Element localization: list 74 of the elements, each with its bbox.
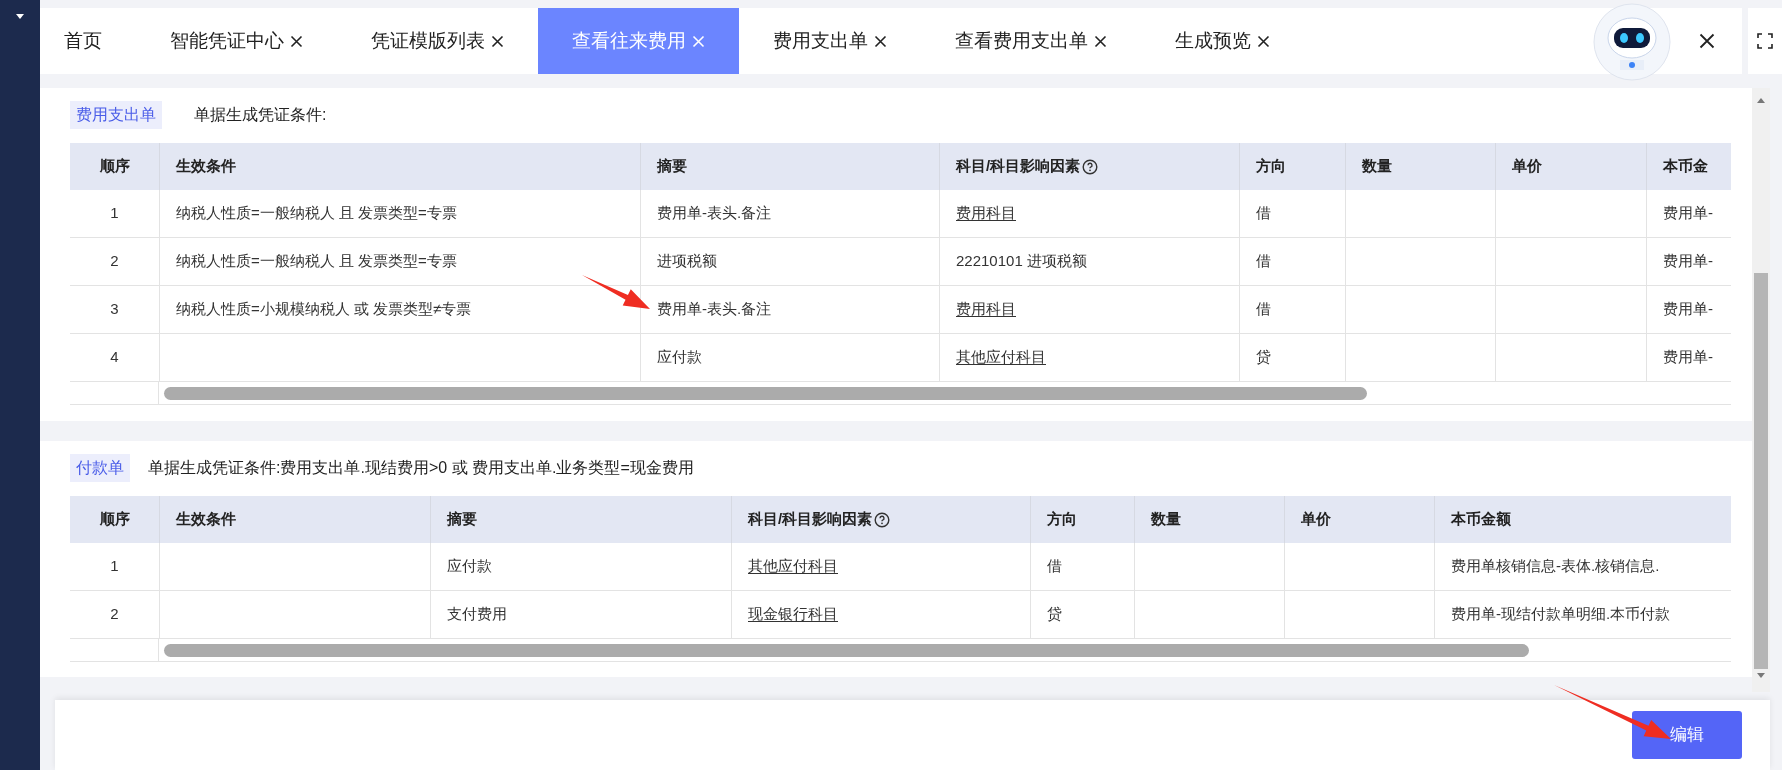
table-cell-text: 应付款 — [657, 347, 702, 368]
column-header: 摘要 — [430, 496, 731, 543]
table-cell-text: 费用单- — [1663, 299, 1713, 320]
column-header: 单价 — [1284, 496, 1434, 543]
scroll-up-icon[interactable] — [1757, 98, 1765, 103]
tab[interactable]: 首页 — [40, 8, 136, 74]
account-link[interactable]: 费用科目 — [956, 298, 1016, 321]
edit-button[interactable]: 编辑 — [1632, 711, 1742, 759]
horizontal-scrollbar[interactable] — [164, 643, 1529, 657]
table-cell-text: 借 — [1256, 299, 1271, 320]
scroll-down-icon[interactable] — [1757, 673, 1765, 678]
column-header: 方向 — [1239, 143, 1345, 190]
fullscreen-icon[interactable] — [1757, 33, 1773, 49]
table-cell-text: 4 — [110, 347, 119, 368]
close-icon[interactable] — [491, 34, 504, 48]
tab[interactable]: 凭证模版列表 — [337, 8, 538, 74]
table-cell-text: 纳税人性质=一般纳税人 且 发票类型=专票 — [176, 251, 457, 272]
table-cell-text: 借 — [1256, 251, 1271, 272]
column-header: 科目/科目影响因素 — [939, 143, 1239, 190]
column-header: 顺序 — [98, 156, 131, 177]
voucher-condition: 单据生成凭证条件: — [194, 105, 327, 125]
table-cell-text: 进项税额 — [657, 251, 717, 272]
table-cell-text: 费用单-表头.备注 — [657, 203, 772, 224]
column-header: 方向 — [1030, 496, 1134, 543]
horizontal-scrollbar[interactable] — [164, 386, 1367, 400]
table-cell-text: 贷 — [1256, 347, 1271, 368]
tab[interactable]: 智能凭证中心 — [136, 8, 337, 74]
column-header: 单价 — [1495, 143, 1646, 190]
table-cell-text: 费用单- — [1663, 347, 1713, 368]
table-cell-text: 2 — [110, 251, 119, 272]
column-header: 生效条件 — [159, 496, 430, 543]
table-cell-text: 费用单-表头.备注 — [657, 299, 772, 320]
table-cell-text: 费用单核销信息-表体.核销信息. — [1451, 556, 1660, 577]
account-link[interactable]: 其他应付科目 — [956, 346, 1046, 369]
tab[interactable]: 生成预览 — [1141, 8, 1304, 74]
account-link[interactable]: 现金银行科目 — [748, 603, 838, 626]
close-icon[interactable] — [1257, 34, 1270, 48]
table-cell-text: 借 — [1256, 203, 1271, 224]
table-cell-text: 应付款 — [447, 556, 492, 577]
column-header: 摘要 — [640, 143, 939, 190]
close-icon[interactable] — [1699, 33, 1715, 49]
table-cell-text: 费用单-现结付款单明细.本币付款 — [1451, 604, 1671, 625]
table-cell-text: 费用单- — [1663, 251, 1713, 272]
table-cell-text: 3 — [110, 299, 119, 320]
table-cell-text: 22210101 进项税额 — [956, 251, 1087, 272]
tab[interactable]: 费用支出单 — [739, 8, 921, 74]
table-cell-text: 贷 — [1047, 604, 1062, 625]
column-header: 本币金 — [1646, 143, 1731, 190]
table-cell-text: 纳税人性质=小规模纳税人 或 发票类型≠专票 — [176, 299, 472, 320]
table-cell-text: 纳税人性质=一般纳税人 且 发票类型=专票 — [176, 203, 457, 224]
column-header: 本币金额 — [1434, 496, 1731, 543]
account-link[interactable]: 费用科目 — [956, 202, 1016, 225]
table-cell-text: 支付费用 — [447, 604, 507, 625]
vertical-scrollbar[interactable] — [1752, 88, 1770, 692]
column-header: 科目/科目影响因素 — [731, 496, 1030, 543]
column-header: 顺序 — [98, 509, 131, 530]
column-header: 数量 — [1134, 496, 1284, 543]
close-icon[interactable] — [1094, 34, 1107, 48]
table-cell-text: 1 — [110, 556, 119, 577]
document-type-tag: 费用支出单 — [70, 101, 162, 129]
document-type-tag: 付款单 — [70, 454, 130, 482]
close-icon[interactable] — [290, 34, 303, 48]
account-link[interactable]: 其他应付科目 — [748, 555, 838, 578]
column-header: 生效条件 — [159, 143, 640, 190]
table-cell-text: 借 — [1047, 556, 1062, 577]
table-cell-text: 2 — [110, 604, 119, 625]
column-header: 数量 — [1345, 143, 1495, 190]
close-icon[interactable] — [874, 34, 887, 48]
tab[interactable]: 查看费用支出单 — [921, 8, 1141, 74]
table-cell-text: 1 — [110, 203, 119, 224]
table-cell-text: 费用单- — [1663, 203, 1713, 224]
voucher-condition: 单据生成凭证条件:费用支出单.现结费用>0 或 费用支出单.业务类型=现金费用 — [148, 458, 694, 478]
caret-icon[interactable] — [16, 14, 24, 19]
robot-icon[interactable] — [1592, 2, 1672, 82]
